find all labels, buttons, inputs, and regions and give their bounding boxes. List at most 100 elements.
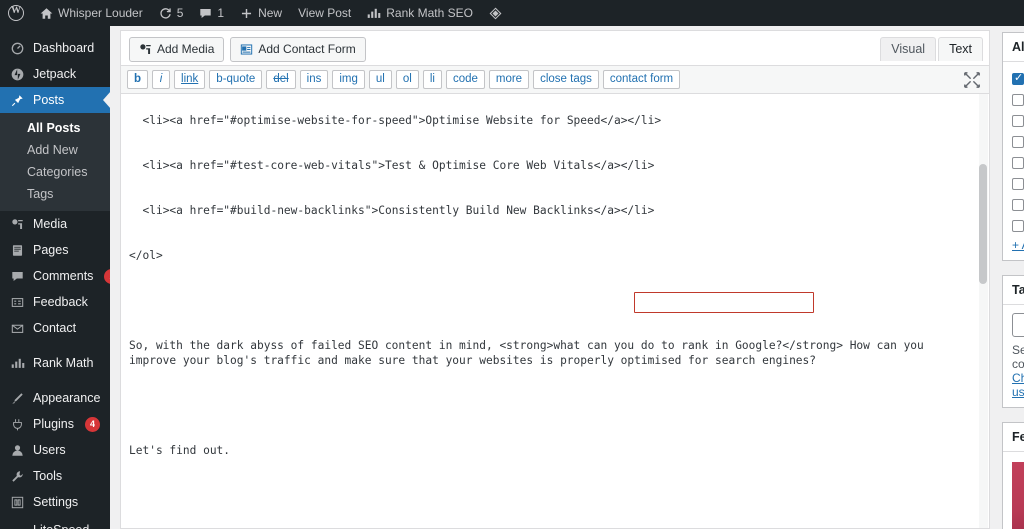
sidebar-item-label: Feedback	[33, 295, 88, 309]
category-checkbox[interactable]	[1012, 177, 1024, 190]
distraction-free-writing-icon[interactable]	[963, 71, 981, 89]
featured-image-metabox: Featured Image	[1002, 422, 1024, 529]
category-checkbox[interactable]	[1012, 114, 1024, 127]
sidebar-item-add-new[interactable]: Add New	[0, 139, 110, 161]
featured-image-thumbnail[interactable]	[1012, 462, 1024, 529]
litespeed-diamond-icon	[489, 7, 502, 20]
site-name-menu[interactable]: Whisper Louder	[32, 0, 151, 26]
add-new-category-link[interactable]: + Add New Category	[1012, 238, 1024, 252]
quicktag-link[interactable]: link	[174, 70, 206, 89]
category-checkbox[interactable]	[1012, 156, 1024, 169]
post-editor: Add Media Add Contact Form Visual Text b…	[120, 30, 990, 529]
sidebar-item-jetpack[interactable]: Jetpack	[0, 61, 110, 87]
category-checkbox[interactable]	[1012, 71, 1024, 85]
quicktag-close-tags[interactable]: close tags	[533, 70, 599, 89]
post-content-textarea[interactable]: <li><a href="#optimise-website-for-speed…	[121, 94, 989, 528]
tab-visual[interactable]: Visual	[880, 37, 937, 61]
category-row[interactable]	[1012, 154, 1024, 171]
new-content-menu[interactable]: New	[232, 0, 290, 26]
post-meta-sidebar: All Categories + Add New Category Tags S…	[998, 26, 1024, 529]
updates-menu[interactable]: 5	[151, 0, 192, 26]
sidebar-item-label: Pages	[33, 243, 69, 257]
category-row[interactable]	[1012, 217, 1024, 234]
home-icon	[40, 7, 53, 20]
sidebar-item-pages[interactable]: Pages	[0, 237, 110, 263]
sidebar-item-label: Posts	[33, 93, 65, 107]
sidebar-item-tools[interactable]: Tools	[0, 463, 110, 489]
quicktag-code[interactable]: code	[445, 70, 485, 89]
quicktag-bold[interactable]: b	[127, 70, 149, 89]
jetpack-icon	[9, 68, 26, 81]
sidebar-item-contact[interactable]: Contact	[0, 315, 110, 341]
quicktag-ins[interactable]: ins	[299, 70, 329, 89]
category-checkbox[interactable]	[1012, 219, 1024, 232]
bar-chart-icon	[9, 357, 26, 369]
category-row[interactable]	[1012, 112, 1024, 129]
sidebar-item-all-posts[interactable]: All Posts	[0, 117, 110, 139]
bar-chart-icon	[367, 7, 381, 19]
category-checkbox[interactable]	[1012, 93, 1024, 106]
wp-logo-menu[interactable]	[0, 0, 32, 26]
tab-text[interactable]: Text	[938, 37, 983, 61]
code-line: </ol>	[129, 249, 163, 262]
view-post-link[interactable]: View Post	[290, 0, 359, 26]
sidebar-item-rank-math[interactable]: Rank Math	[0, 350, 110, 376]
tags-input[interactable]	[1012, 313, 1024, 337]
quicktag-li[interactable]: li	[422, 70, 442, 89]
menu-spacer-2	[0, 376, 110, 385]
sidebar-item-plugins[interactable]: Plugins 4	[0, 411, 110, 437]
sidebar-item-categories[interactable]: Categories	[0, 161, 110, 183]
admin-bar: Whisper Louder 5 1 New View Post	[0, 0, 1024, 26]
add-media-button[interactable]: Add Media	[129, 37, 225, 62]
plus-icon	[240, 7, 253, 20]
sidebar-item-feedback[interactable]: Feedback	[0, 289, 110, 315]
comments-count: 1	[217, 6, 225, 20]
sidebar-item-dashboard[interactable]: Dashboard	[0, 35, 110, 61]
featured-image-body	[1003, 452, 1024, 529]
category-checkbox[interactable]	[1012, 135, 1024, 148]
sidebar-item-label: Appearance	[33, 391, 101, 405]
category-row[interactable]	[1012, 133, 1024, 150]
wrench-icon	[9, 470, 26, 483]
menu-spacer-top	[0, 26, 110, 35]
quicktag-contact-form[interactable]: contact form	[602, 70, 681, 89]
sidebar-item-media[interactable]: Media	[0, 211, 110, 237]
category-row[interactable]	[1012, 70, 1024, 87]
litespeed-menu[interactable]	[481, 0, 510, 26]
editor-scrollbar-track[interactable]	[979, 94, 988, 528]
user-icon	[9, 444, 26, 457]
quicktag-ul[interactable]: ul	[368, 70, 392, 89]
category-row[interactable]	[1012, 175, 1024, 192]
category-row[interactable]	[1012, 91, 1024, 108]
category-checkbox[interactable]	[1012, 198, 1024, 211]
tags-metabox-title: Tags	[1003, 276, 1024, 305]
updates-icon	[159, 7, 172, 20]
sidebar-item-label: Media	[33, 217, 68, 231]
quicktag-del[interactable]: del	[266, 70, 296, 89]
quicktag-italic[interactable]: i	[152, 70, 171, 89]
quicktag-ol[interactable]: ol	[395, 70, 419, 89]
comments-menu[interactable]: 1	[191, 0, 232, 26]
choose-from-most-used-tags-link[interactable]: Choose from the most used tags	[1012, 371, 1024, 399]
quicktag-img[interactable]: img	[332, 70, 365, 89]
add-contact-form-button[interactable]: Add Contact Form	[230, 37, 366, 62]
editor-mode-tabs: Visual Text	[878, 37, 983, 61]
editor-scrollbar-thumb[interactable]	[979, 164, 987, 284]
sidebar-item-settings[interactable]: Settings	[0, 489, 110, 515]
code-line: So, with the dark abyss of failed SEO co…	[129, 339, 931, 367]
sidebar-item-appearance[interactable]: Appearance	[0, 385, 110, 411]
sidebar-item-tags[interactable]: Tags	[0, 183, 110, 205]
sidebar-item-users[interactable]: Users	[0, 437, 110, 463]
sidebar-item-litespeed-cache[interactable]: LiteSpeed Cache	[0, 523, 110, 529]
rank-math-seo-menu[interactable]: Rank Math SEO	[359, 0, 481, 26]
media-icon	[139, 43, 152, 56]
category-row[interactable]	[1012, 196, 1024, 213]
quicktag-b-quote[interactable]: b-quote	[209, 70, 263, 89]
sidebar-item-label: Plugins	[33, 417, 74, 431]
quicktag-more[interactable]: more	[488, 70, 530, 89]
sidebar-item-comments[interactable]: Comments 1	[0, 263, 110, 289]
sidebar-item-posts[interactable]: Posts	[0, 87, 110, 113]
feedback-icon	[9, 296, 26, 309]
pages-icon	[9, 244, 26, 257]
